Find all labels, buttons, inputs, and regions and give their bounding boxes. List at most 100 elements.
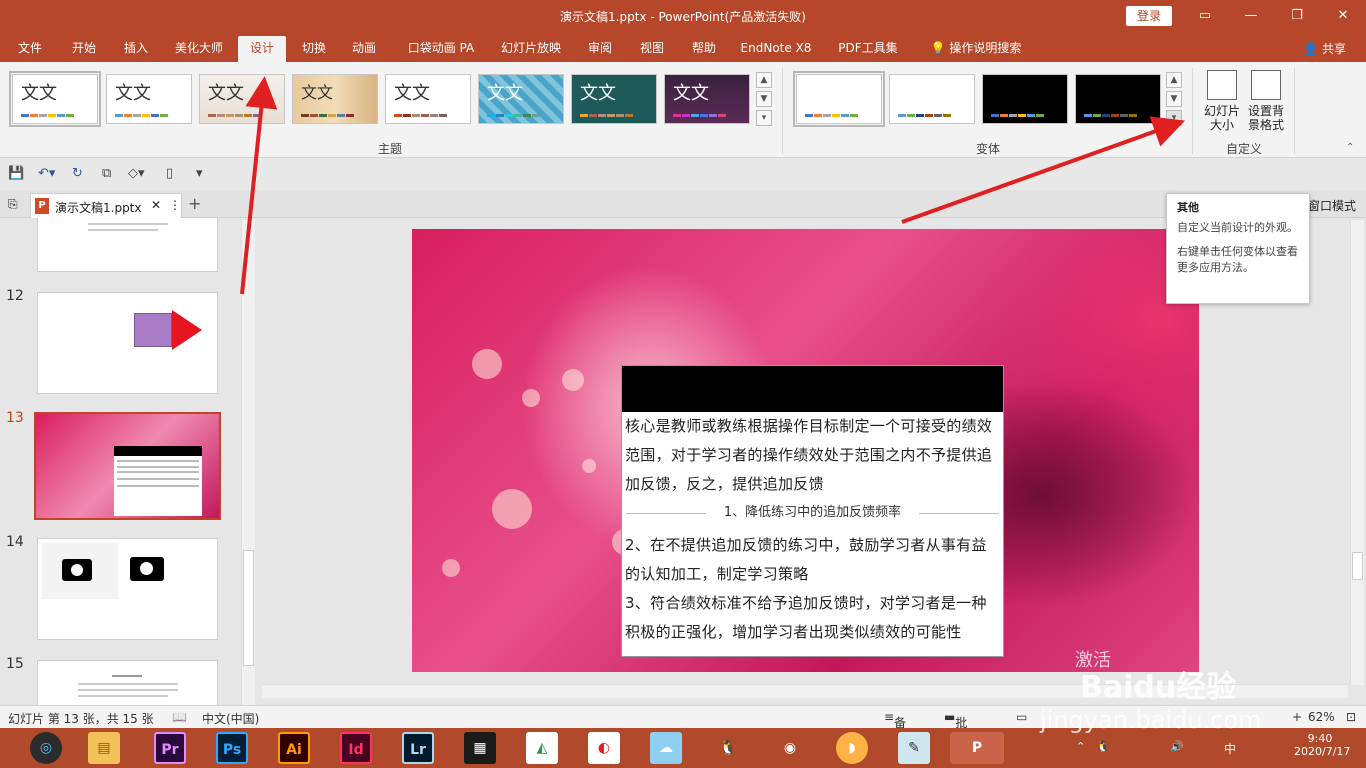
slide-thumbnail-15[interactable] xyxy=(37,660,218,705)
theme-8[interactable]: 文文 xyxy=(664,74,750,124)
thumb-textbox xyxy=(114,446,202,516)
tab-design[interactable]: 设计 xyxy=(238,36,286,62)
illustrator-icon[interactable]: Ai xyxy=(278,732,310,764)
slide-thumbnail-12[interactable] xyxy=(37,292,218,394)
variants-scroll-down-icon[interactable]: ▼ xyxy=(1166,91,1182,107)
home-page-icon[interactable]: ⎘ xyxy=(8,197,18,212)
tab-file[interactable]: 文件 xyxy=(8,36,52,62)
share-button[interactable]: 👤 共享 xyxy=(1303,40,1346,57)
volume-icon[interactable]: 🔊 xyxy=(1170,740,1184,753)
theme-5[interactable]: 文文 xyxy=(385,74,471,124)
format-background-button[interactable]: 设置背 景格式 xyxy=(1244,70,1288,132)
undo-icon[interactable]: ↶▾ xyxy=(38,166,55,181)
customize-group-label: 自定义 xyxy=(1226,142,1263,156)
variant-4[interactable] xyxy=(1075,74,1161,124)
document-tab[interactable]: P 演示文稿1.pptx ✕ ⋮ xyxy=(30,193,182,218)
chrome-icon[interactable]: ◉ xyxy=(774,732,806,764)
fit-slide-icon[interactable]: ⊡ xyxy=(1346,710,1356,724)
normal-view-icon[interactable]: ▭ xyxy=(1016,710,1027,724)
slide-thumbnail-11[interactable] xyxy=(37,218,218,272)
customize-qat-icon[interactable]: ▾ xyxy=(196,166,203,181)
indesign-icon[interactable]: Id xyxy=(340,732,372,764)
tab-insert[interactable]: 插入 xyxy=(114,36,158,62)
ribbon-display-options-icon[interactable]: ▭ xyxy=(1182,0,1228,32)
notes-app-icon[interactable]: ✎ xyxy=(898,732,930,764)
redo-icon[interactable]: ↻ xyxy=(72,166,83,181)
save-icon[interactable]: 💾 xyxy=(8,166,24,181)
variant-3[interactable] xyxy=(982,74,1068,124)
notes-button[interactable]: ≡ 备注 xyxy=(884,710,906,747)
themes-scroll-up-icon[interactable]: ▲ xyxy=(756,72,772,88)
tab-transitions[interactable]: 切换 xyxy=(292,36,336,62)
tab-pdf-tools[interactable]: PDF工具集 xyxy=(832,36,904,62)
thumbnail-scroll-thumb[interactable] xyxy=(243,550,254,666)
minimize-icon[interactable]: — xyxy=(1228,0,1274,32)
thumbnail-scrollbar[interactable] xyxy=(241,220,255,705)
slide-vertical-scrollbar[interactable] xyxy=(1350,220,1364,685)
tray-qq-icon[interactable]: 🐧 xyxy=(1096,740,1110,753)
variants-more-icon[interactable]: ▾ xyxy=(1166,110,1182,126)
zoom-in-icon[interactable]: + xyxy=(1292,710,1302,724)
premiere-icon[interactable]: Pr xyxy=(154,732,186,764)
variant-2[interactable] xyxy=(889,74,975,124)
slide-thumbnail-13[interactable] xyxy=(34,412,221,520)
zoom-level[interactable]: 62% xyxy=(1308,710,1335,724)
slide-scroll-thumb[interactable] xyxy=(1352,552,1363,580)
tab-beautify[interactable]: 美化大师 xyxy=(166,36,232,62)
qq-icon[interactable]: 🐧 xyxy=(712,732,744,764)
collapse-ribbon-icon[interactable]: ⌃ xyxy=(1346,142,1354,153)
browser-taskbar-icon[interactable]: ◎ xyxy=(30,732,62,764)
tab-review[interactable]: 审阅 xyxy=(580,36,620,62)
close-tab-icon[interactable]: ✕ xyxy=(151,198,161,212)
spell-check-icon[interactable]: 📖 xyxy=(172,710,187,724)
theme-3[interactable]: 文文 xyxy=(199,74,285,124)
tab-help[interactable]: 帮助 xyxy=(684,36,724,62)
tab-slideshow[interactable]: 幻灯片放映 xyxy=(496,36,566,62)
media-player-icon[interactable]: ◗ xyxy=(836,732,868,764)
theme-2[interactable]: 文文 xyxy=(106,74,192,124)
slide-thumbnail-14[interactable] xyxy=(37,538,218,640)
slide-textbox[interactable]: 核心是教师或教练根据操作目标制定一个可接受的绩效范围，对于学习者的操作绩效处于范… xyxy=(621,365,1004,657)
red-app-icon[interactable]: ◐ xyxy=(588,732,620,764)
green-app-icon[interactable]: ◭ xyxy=(526,732,558,764)
ribbon-divider xyxy=(782,68,783,154)
login-button[interactable]: 登录 xyxy=(1126,6,1172,26)
variants-scroll-up-icon[interactable]: ▲ xyxy=(1166,72,1182,88)
from-beginning-icon[interactable]: ⧉ xyxy=(102,166,111,181)
lightroom-icon[interactable]: Lr xyxy=(402,732,434,764)
theme-7[interactable]: 文文 xyxy=(571,74,657,124)
comments-button[interactable]: ▬ 批注 xyxy=(944,710,967,747)
tab-endnote[interactable]: EndNote X8 xyxy=(736,36,816,62)
language-indicator[interactable]: 中文(中国) xyxy=(202,710,259,727)
themes-more-icon[interactable]: ▾ xyxy=(756,110,772,126)
tab-more-icon[interactable]: ⋮ xyxy=(169,198,181,212)
chat-app-icon[interactable]: ☁ xyxy=(650,732,682,764)
themes-scroll-down-icon[interactable]: ▼ xyxy=(756,91,772,107)
file-explorer-icon[interactable]: ▤ xyxy=(88,732,120,764)
tab-view[interactable]: 视图 xyxy=(632,36,672,62)
close-icon[interactable]: ✕ xyxy=(1320,0,1366,32)
slide-size-button[interactable]: 幻灯片 大小 xyxy=(1200,70,1244,132)
new-tab-icon[interactable]: + xyxy=(188,194,201,213)
tell-me-search[interactable]: 💡 操作说明搜索 xyxy=(920,36,1032,62)
tray-expand-icon[interactable]: ⌃ xyxy=(1076,740,1085,753)
ime-indicator[interactable]: 中 xyxy=(1224,740,1236,757)
new-file-icon[interactable]: ▯ xyxy=(166,166,173,181)
variant-1[interactable] xyxy=(793,71,885,127)
tooltip-line-2: 右键单击任何变体以查看更多应用方法。 xyxy=(1177,245,1298,274)
theme-color-bars xyxy=(487,114,540,117)
photoshop-icon[interactable]: Ps xyxy=(216,732,248,764)
tab-animations[interactable]: 动画 xyxy=(342,36,386,62)
maximize-icon[interactable]: ❐ xyxy=(1274,0,1320,32)
powerpoint-taskbar-icon[interactable]: P xyxy=(950,732,1004,764)
video-editor-icon[interactable]: ▦ xyxy=(464,732,496,764)
clock[interactable]: 9:40 2020/7/17 xyxy=(1294,732,1350,758)
tab-home[interactable]: 开始 xyxy=(62,36,106,62)
theme-office[interactable]: 文文 xyxy=(9,71,101,127)
theme-4[interactable]: 文文 xyxy=(292,74,378,124)
shape-icon[interactable]: ◇▾ xyxy=(128,166,145,181)
window-mode-label[interactable]: 窗口模式 xyxy=(1308,197,1356,214)
tab-pocket-animation[interactable]: 口袋动画 PA xyxy=(396,36,486,62)
theme-6[interactable]: 文文 xyxy=(478,74,564,124)
variant-color-bars xyxy=(1084,114,1137,117)
